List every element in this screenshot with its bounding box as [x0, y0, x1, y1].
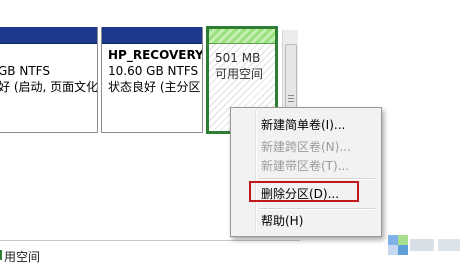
- partition-size: GB NTFS: [0, 64, 50, 78]
- partition-system[interactable]: GB NTFS 好 (启动, 页面文化: [0, 27, 98, 133]
- partition-status: 可用空间: [215, 67, 264, 81]
- menu-separator: [259, 178, 375, 180]
- partition-bar: [209, 29, 275, 44]
- partition-status: 状态良好 (主分区: [108, 80, 201, 94]
- partition-size: 501 MB: [215, 51, 261, 65]
- menu-item-new-simple-volume[interactable]: 新建简单卷(I)...: [261, 115, 345, 135]
- partition-name: HP_RECOVERY: [108, 48, 203, 62]
- menu-icon-strip: [255, 110, 257, 232]
- legend-label: 用空间: [4, 250, 41, 264]
- partition-hp-recovery[interactable]: HP_RECOVERY 10.60 GB NTFS 状态良好 (主分区: [101, 27, 203, 133]
- context-menu: 新建简单卷(I)... 新建跨区卷(N)... 新建带区卷(T)... 删除分区…: [230, 107, 382, 237]
- menu-item-new-striped-volume: 新建带区卷(T)...: [261, 159, 350, 173]
- partition-bar: [0, 27, 97, 44]
- partition-name: [0, 47, 91, 63]
- highlight-annotation-box: [249, 181, 359, 202]
- legend-bar: 用空间: [0, 240, 300, 268]
- menu-separator: [259, 208, 375, 210]
- grip-icon: [288, 93, 294, 102]
- legend-swatch: [0, 250, 2, 260]
- menu-item-new-spanned-volume: 新建跨区卷(N)...: [261, 140, 351, 154]
- partition-size: 10.60 GB NTFS: [108, 64, 199, 78]
- menu-item-help[interactable]: 帮助(H): [261, 211, 303, 231]
- watermark-logo: [380, 225, 467, 267]
- partition-status: 好 (启动, 页面文化: [0, 80, 98, 94]
- partition-bar: [102, 27, 202, 44]
